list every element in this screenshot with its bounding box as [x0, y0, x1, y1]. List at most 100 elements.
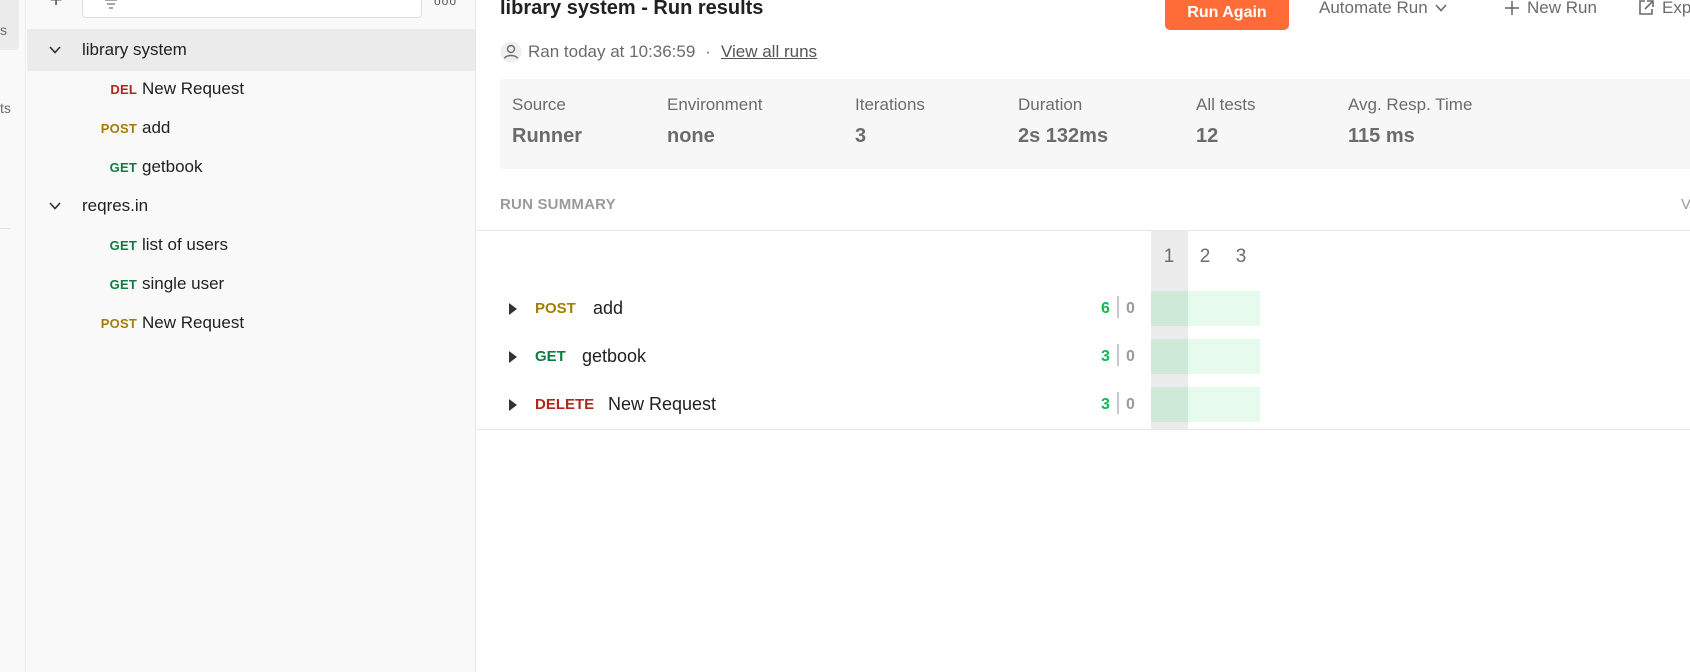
request-label: add: [142, 118, 171, 137]
filter-search-input[interactable]: [82, 0, 422, 18]
stat-value: Runner: [512, 125, 582, 147]
user-icon: [500, 41, 522, 63]
chevron-down-icon[interactable]: [48, 43, 62, 57]
automate-run-label: Automate Run: [1319, 0, 1428, 17]
request-item[interactable]: POST add: [27, 107, 475, 149]
export-button[interactable]: Exp: [1636, 0, 1690, 18]
method-badge: DELETE: [535, 396, 595, 413]
caret-right-icon[interactable]: [508, 303, 518, 315]
stat-label: Environment: [667, 95, 763, 114]
method-badge: GET: [109, 237, 137, 253]
stat-value: 2s 132ms: [1018, 125, 1109, 147]
stat-label: Avg. Resp. Time: [1348, 95, 1473, 114]
stat-label: Iterations: [855, 95, 925, 114]
page-title: library system - Run results: [500, 0, 764, 19]
count-separator: [1117, 344, 1119, 366]
iteration-result-cell[interactable]: [1151, 339, 1188, 374]
failed-count: 0: [1126, 396, 1135, 413]
passed-count: 6: [1101, 300, 1110, 317]
stat-label: All tests: [1196, 95, 1256, 114]
run-summary-heading: RUN SUMMARY: [500, 196, 616, 213]
view-all-runs-link[interactable]: View all runs: [721, 42, 817, 62]
failed-count: 0: [1126, 348, 1135, 365]
stat-all-tests: All tests 12: [1196, 95, 1256, 148]
export-label: Exp: [1662, 0, 1690, 17]
stat-value: none: [667, 125, 715, 147]
stat-value: 12: [1196, 125, 1219, 147]
caret-right-icon[interactable]: [508, 399, 518, 411]
summary-row[interactable]: GET getbook 3 0: [477, 334, 1690, 382]
request-name: getbook: [582, 346, 647, 366]
iteration-result-cell[interactable]: [1151, 291, 1188, 326]
request-item[interactable]: GET single user: [27, 263, 475, 305]
iteration-result-cell[interactable]: [1188, 291, 1260, 326]
count-separator: [1117, 392, 1119, 414]
iteration-header-2[interactable]: 2: [1193, 246, 1217, 268]
iteration-header-3[interactable]: 3: [1229, 246, 1253, 268]
folder-label: reqres.in: [82, 196, 149, 215]
iteration-header-1[interactable]: 1: [1157, 246, 1181, 268]
filter-icon: [105, 0, 117, 9]
stat-label: Duration: [1018, 95, 1083, 114]
sidebar: + ooo library system DEL New Request POS…: [27, 0, 476, 672]
request-label: single user: [142, 274, 225, 293]
method-badge: DEL: [110, 81, 137, 97]
passed-count: 3: [1101, 348, 1110, 365]
stat-source: Source Runner: [512, 95, 582, 148]
run-results-panel: library system - Run results Run Again A…: [477, 0, 1690, 672]
method-badge: GET: [109, 276, 137, 292]
rail-divider: [0, 228, 10, 229]
summary-row[interactable]: DELETE New Request 3 0: [477, 382, 1690, 430]
plus-icon: [1505, 1, 1519, 15]
method-badge: POST: [100, 120, 137, 136]
new-run-label: New Run: [1527, 0, 1597, 17]
request-item[interactable]: DEL New Request: [27, 68, 475, 110]
request-name: New Request: [608, 394, 717, 414]
ran-timestamp: Ran today at 10:36:59: [528, 42, 696, 61]
stat-value: 3: [855, 125, 867, 147]
separator-dot: ·: [705, 42, 711, 61]
passed-count: 3: [1101, 396, 1110, 413]
failed-count: 0: [1126, 300, 1135, 317]
iteration-result-cell[interactable]: [1188, 339, 1260, 374]
export-icon: [1639, 0, 1654, 15]
request-label: list of users: [142, 235, 228, 254]
stat-iterations: Iterations 3: [855, 95, 925, 148]
folder-reqres-in[interactable]: reqres.in: [27, 185, 475, 227]
request-label: getbook: [142, 157, 203, 176]
more-options-icon[interactable]: ooo: [434, 0, 457, 8]
method-badge: GET: [109, 159, 137, 175]
request-item[interactable]: GET getbook: [27, 146, 475, 188]
method-badge: POST: [100, 315, 137, 331]
run-stats-bar: Source Runner Environment none Iteration…: [500, 79, 1690, 169]
left-rail: s ts: [0, 0, 26, 672]
rail-item-label[interactable]: s: [0, 22, 7, 38]
view-link[interactable]: V: [1681, 196, 1690, 213]
new-run-button[interactable]: New Run: [1503, 0, 1597, 18]
chevron-down-icon[interactable]: [48, 199, 62, 213]
request-item[interactable]: GET list of users: [27, 224, 475, 266]
folder-library-system[interactable]: library system: [27, 29, 475, 71]
sidebar-toolbar: + ooo: [27, 0, 475, 22]
divider: [477, 230, 1690, 231]
request-name: add: [593, 298, 624, 318]
summary-row[interactable]: POST add 6 0: [477, 286, 1690, 334]
method-badge: POST: [535, 300, 576, 317]
rail-item-label[interactable]: ts: [0, 100, 11, 116]
run-info: Ran today at 10:36:59 · View all runs: [500, 40, 817, 64]
count-separator: [1117, 296, 1119, 318]
request-label: New Request: [142, 79, 245, 98]
stat-duration: Duration 2s 132ms: [1018, 95, 1108, 148]
chevron-down-icon: [1435, 4, 1447, 12]
plus-icon[interactable]: +: [46, 0, 66, 11]
iteration-result-cell[interactable]: [1188, 387, 1260, 422]
iteration-result-cell[interactable]: [1151, 387, 1188, 422]
run-again-button[interactable]: Run Again: [1165, 0, 1289, 30]
caret-right-icon[interactable]: [508, 351, 518, 363]
stat-environment: Environment none: [667, 95, 762, 148]
request-item[interactable]: POST New Request: [27, 302, 475, 344]
stat-avg-resp-time: Avg. Resp. Time 115 ms: [1348, 95, 1472, 148]
method-badge: GET: [535, 348, 566, 365]
request-label: New Request: [142, 313, 245, 332]
automate-run-dropdown[interactable]: Automate Run: [1319, 0, 1448, 18]
